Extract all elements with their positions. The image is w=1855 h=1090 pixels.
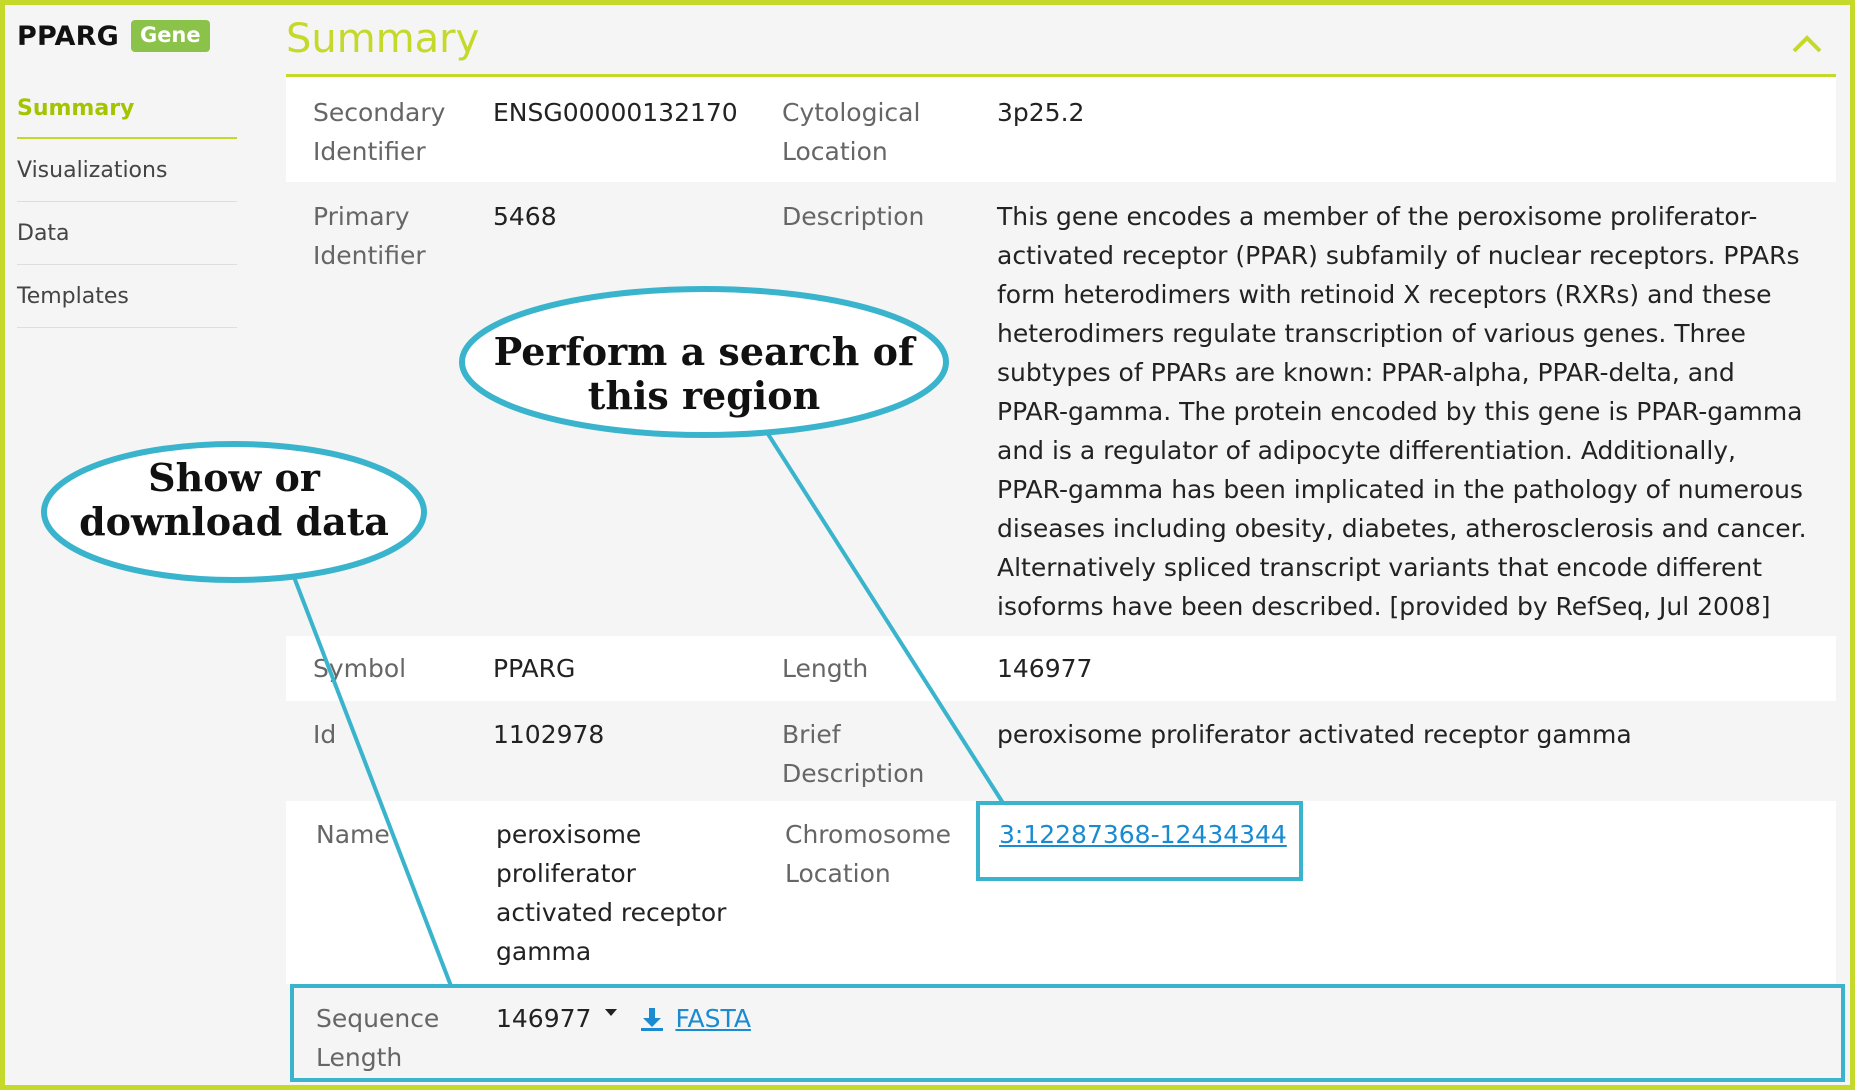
- download-callout-text: Show or download data: [79, 455, 389, 544]
- search-callout-text: Perform a search of this region: [493, 329, 915, 418]
- search-callout-pointer: [766, 432, 1005, 805]
- download-callout-pointer: [292, 576, 453, 987]
- annotation-layer: [41, 286, 1005, 987]
